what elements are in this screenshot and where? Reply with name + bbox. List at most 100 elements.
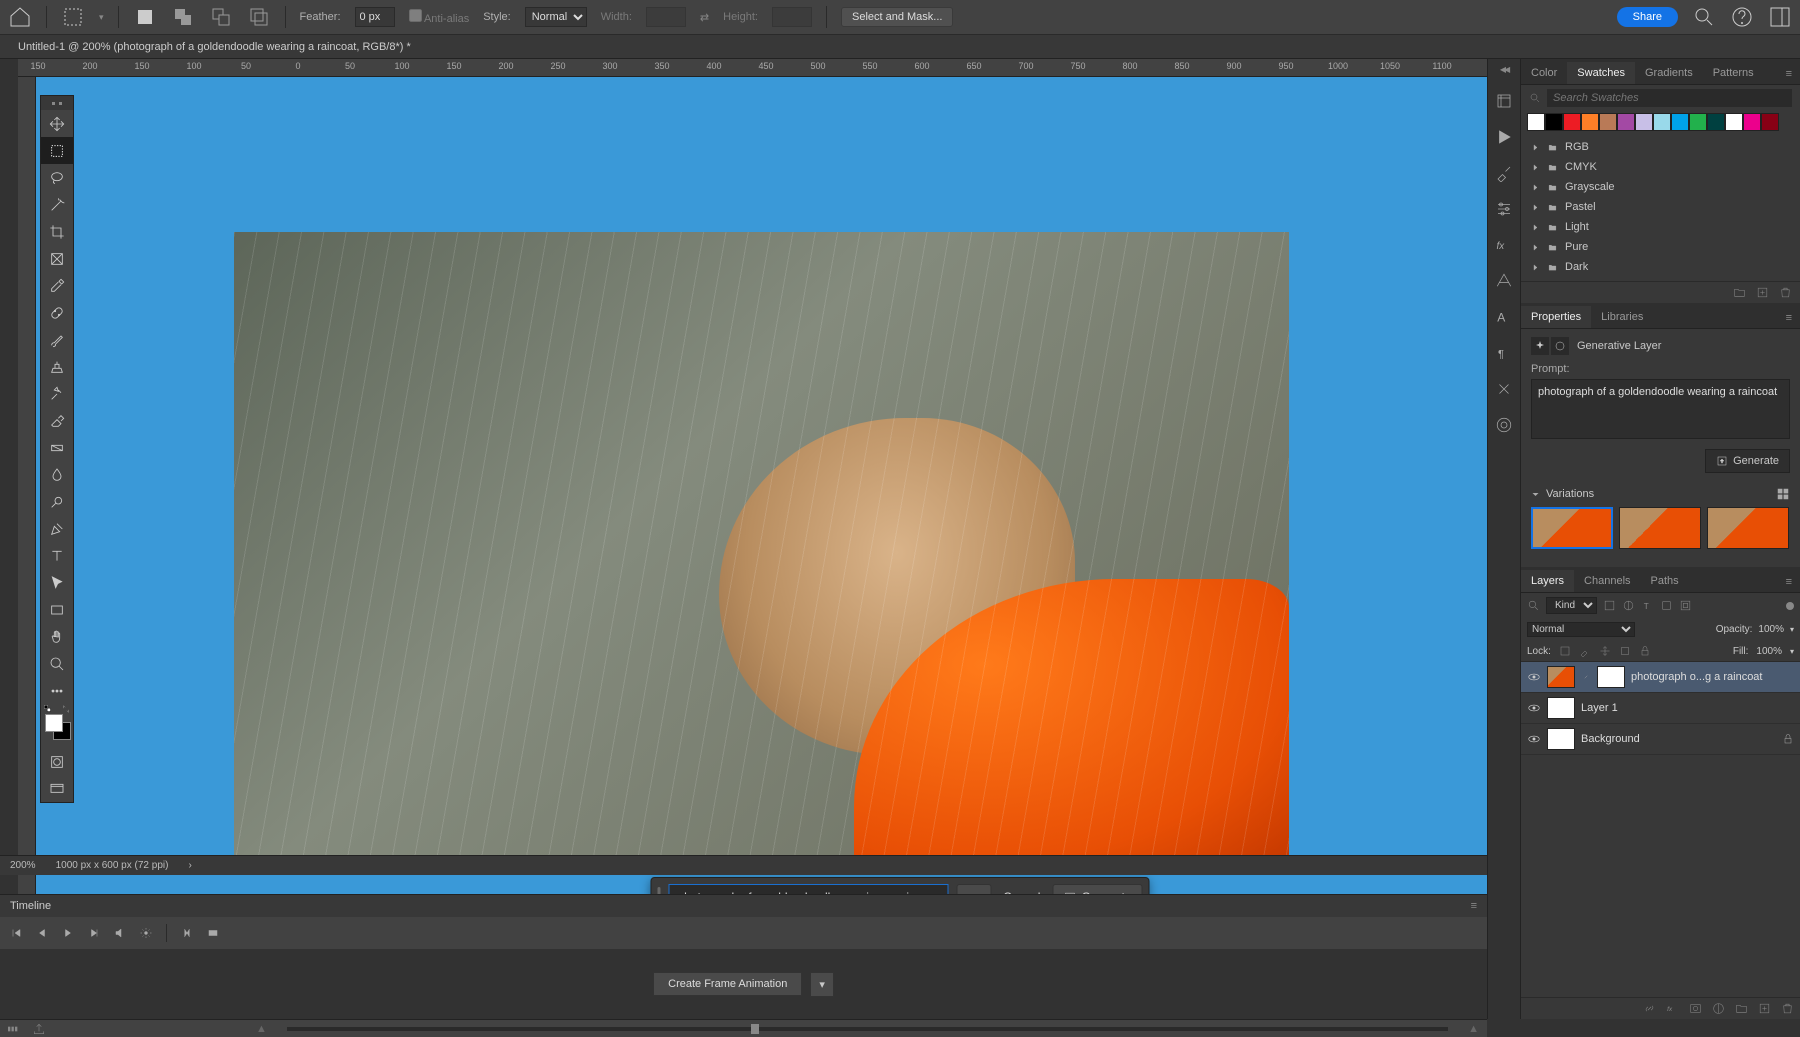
brush-tool[interactable] <box>41 326 73 353</box>
layer-row[interactable]: Layer 1 <box>1521 693 1800 724</box>
dodge-tool[interactable] <box>41 488 73 515</box>
swatch-cell[interactable] <box>1671 113 1689 131</box>
filter-pixel-icon[interactable] <box>1603 599 1616 612</box>
filter-shape-icon[interactable] <box>1660 599 1673 612</box>
eyedropper-tool[interactable] <box>41 272 73 299</box>
glyphs-icon[interactable]: ¶ <box>1495 344 1513 362</box>
swatch-cell[interactable] <box>1527 113 1545 131</box>
tab-color[interactable]: Color <box>1521 62 1567 84</box>
type-tool[interactable] <box>41 542 73 569</box>
clone-stamp-tool[interactable] <box>41 353 73 380</box>
layer-row[interactable]: Background <box>1521 724 1800 755</box>
document-tab[interactable]: Untitled-1 @ 200% (photograph of a golde… <box>18 41 411 53</box>
new-swatch-icon[interactable] <box>1756 286 1769 299</box>
filter-toggle-icon[interactable] <box>1786 602 1794 610</box>
cc-libraries-icon[interactable] <box>1495 416 1513 434</box>
play-icon[interactable] <box>1495 128 1513 146</box>
tab-swatches[interactable]: Swatches <box>1567 62 1635 84</box>
tab-layers[interactable]: Layers <box>1521 570 1574 592</box>
pen-tool[interactable] <box>41 515 73 542</box>
rectangle-tool[interactable] <box>41 596 73 623</box>
filter-smart-icon[interactable] <box>1679 599 1692 612</box>
export-icon[interactable] <box>32 1022 46 1036</box>
subtract-selection-icon[interactable] <box>209 5 233 29</box>
tab-paths[interactable]: Paths <box>1641 570 1689 592</box>
variation-thumb[interactable] <box>1619 507 1701 549</box>
swatch-cell[interactable] <box>1653 113 1671 131</box>
swatch-group[interactable]: CMYK <box>1521 157 1800 177</box>
opacity-value[interactable]: 100% <box>1758 624 1784 635</box>
paragraph-panel-icon[interactable] <box>1495 272 1513 290</box>
move-tool[interactable] <box>41 110 73 137</box>
zoom-tool[interactable] <box>41 650 73 677</box>
foreground-color[interactable] <box>45 714 63 732</box>
swatch-cell[interactable] <box>1581 113 1599 131</box>
tab-properties[interactable]: Properties <box>1521 306 1591 328</box>
character-panel-icon[interactable]: A <box>1495 308 1513 326</box>
lock-position-icon[interactable] <box>1599 645 1611 657</box>
help-icon[interactable] <box>1730 5 1754 29</box>
delete-layer-icon[interactable] <box>1781 1002 1794 1015</box>
layer-row[interactable]: photograph o...g a raincoat <box>1521 662 1800 693</box>
search-icon[interactable] <box>1692 5 1716 29</box>
layer-mask-icon[interactable] <box>1689 1002 1702 1015</box>
swatch-cell[interactable] <box>1545 113 1563 131</box>
variation-thumb[interactable] <box>1707 507 1789 549</box>
swatch-cell[interactable] <box>1563 113 1581 131</box>
visibility-icon[interactable] <box>1527 701 1541 715</box>
eraser-tool[interactable] <box>41 407 73 434</box>
filter-type-icon[interactable]: T <box>1641 599 1654 612</box>
select-and-mask-button[interactable]: Select and Mask... <box>841 7 954 27</box>
swatch-cell[interactable] <box>1689 113 1707 131</box>
prompt-textbox[interactable]: photograph of a goldendoodle wearing a r… <box>1531 379 1790 439</box>
blur-tool[interactable] <box>41 461 73 488</box>
toolbox-grip[interactable] <box>41 96 73 110</box>
history-brush-tool[interactable] <box>41 380 73 407</box>
audio-icon[interactable] <box>114 927 126 939</box>
marquee-tool[interactable] <box>41 137 73 164</box>
path-selection-tool[interactable] <box>41 569 73 596</box>
visibility-icon[interactable] <box>1527 670 1541 684</box>
tool-preset-icon[interactable] <box>61 5 85 29</box>
next-frame-icon[interactable] <box>88 927 100 939</box>
blend-mode-select[interactable]: Normal <box>1527 622 1635 637</box>
fill-value[interactable]: 100% <box>1756 646 1782 657</box>
lasso-tool[interactable] <box>41 164 73 191</box>
panel-menu-icon[interactable]: ≡ <box>1471 900 1477 912</box>
zoom-level[interactable]: 200% <box>10 860 36 871</box>
lock-all-icon[interactable] <box>1639 645 1651 657</box>
intersect-selection-icon[interactable] <box>247 5 271 29</box>
create-frame-animation-button[interactable]: Create Frame Animation <box>653 972 802 996</box>
swatch-group[interactable]: Dark <box>1521 257 1800 277</box>
default-colors-icon[interactable] <box>43 704 53 714</box>
panel-menu-icon[interactable]: ≡ <box>1778 64 1800 84</box>
visibility-icon[interactable] <box>1527 732 1541 746</box>
feather-input[interactable] <box>355 7 395 27</box>
render-icon[interactable] <box>8 1024 22 1034</box>
swatch-cell[interactable] <box>1707 113 1725 131</box>
screen-mode-icon[interactable] <box>41 775 73 802</box>
tools-preset-icon[interactable] <box>1495 380 1513 398</box>
brush-settings-icon[interactable] <box>1495 164 1513 182</box>
filter-adjustment-icon[interactable] <box>1622 599 1635 612</box>
generate-button[interactable]: Generate <box>1705 449 1790 473</box>
swatch-cell[interactable] <box>1743 113 1761 131</box>
tab-libraries[interactable]: Libraries <box>1591 306 1653 328</box>
layer-filter-select[interactable]: Kind <box>1546 597 1597 614</box>
swatch-group[interactable]: Light <box>1521 217 1800 237</box>
swap-colors-icon[interactable] <box>61 704 71 714</box>
zoom-in-marker[interactable]: ▲ <box>1468 1023 1479 1035</box>
link-layers-icon[interactable] <box>1643 1002 1656 1015</box>
workspace-icon[interactable] <box>1768 5 1792 29</box>
panel-menu-icon[interactable]: ≡ <box>1778 572 1800 592</box>
add-selection-icon[interactable] <box>171 5 195 29</box>
split-icon[interactable] <box>181 927 193 939</box>
new-layer-icon[interactable] <box>1758 1002 1771 1015</box>
fx-icon[interactable]: fx <box>1495 236 1513 254</box>
edit-toolbar-icon[interactable] <box>41 677 73 704</box>
zoom-out-marker[interactable]: ▲ <box>256 1023 267 1035</box>
swatch-group[interactable]: Grayscale <box>1521 177 1800 197</box>
swatch-cell[interactable] <box>1617 113 1635 131</box>
variation-thumb[interactable] <box>1531 507 1613 549</box>
hand-tool[interactable] <box>41 623 73 650</box>
